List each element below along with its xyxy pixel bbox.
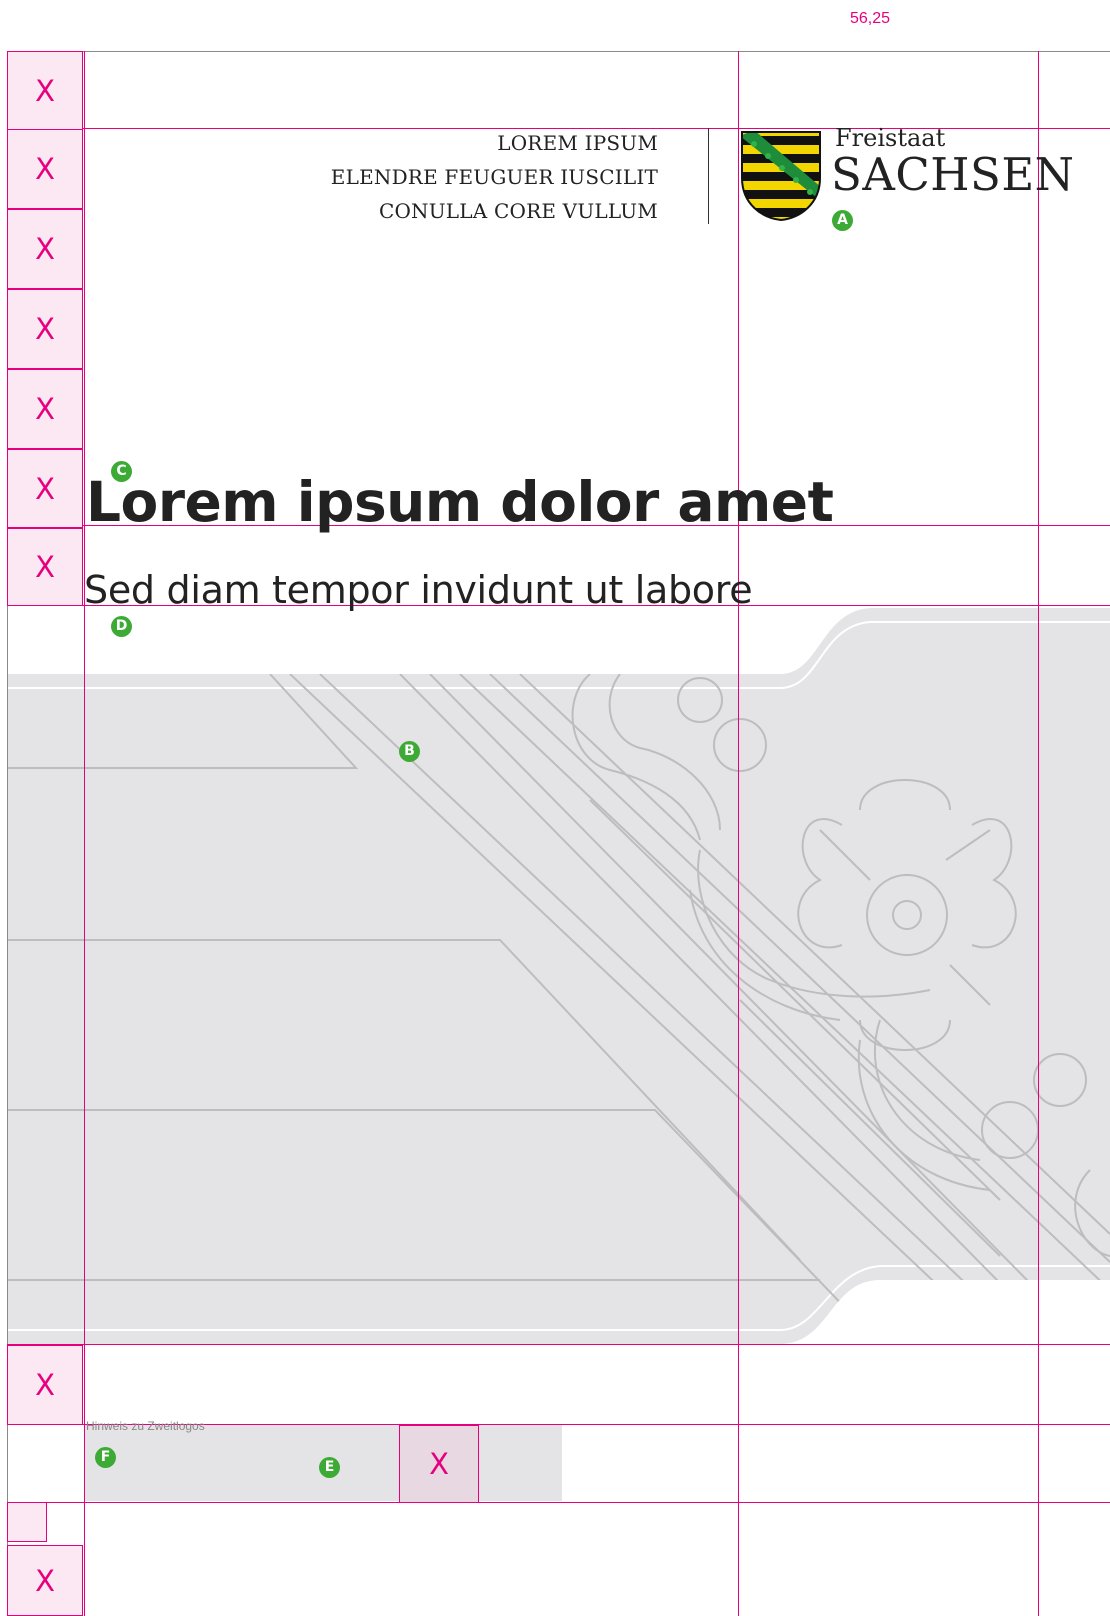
page-subtitle: Sed diam tempor invidunt ut labore — [84, 568, 753, 612]
address-line: CONULLA CORE VULLUM — [378, 199, 658, 223]
margin-unit-x: X — [7, 209, 83, 289]
margin-unit-x: X — [7, 449, 83, 528]
marker-e: E — [319, 1457, 340, 1478]
margin-half-unit — [7, 1502, 47, 1542]
page-frame — [7, 51, 1110, 1616]
margin-unit-x: X — [7, 289, 83, 369]
secondary-logo-hint: Hinweis zu Zweitlogos — [86, 1419, 205, 1433]
secondary-logo-placeholder: X — [399, 1425, 479, 1503]
margin-unit-x: X — [7, 528, 83, 606]
marker-c: C — [111, 461, 132, 482]
guide-vertical — [1038, 51, 1039, 1616]
guide-horizontal — [7, 1502, 1110, 1503]
marker-a: A — [832, 210, 853, 231]
page-title: Lorem ipsum dolor amet — [86, 470, 834, 534]
guide-vertical — [738, 51, 739, 1616]
margin-unit-x: X — [7, 51, 83, 130]
margin-unit-x: X — [7, 369, 83, 449]
guide-horizontal — [7, 1344, 1110, 1345]
address-separator — [708, 128, 709, 224]
sender-address: LOREM IPSUM ELENDRE FEUGUER IUSCILIT CON… — [331, 126, 658, 228]
marker-f: F — [95, 1447, 116, 1468]
address-line: LOREM IPSUM — [497, 131, 658, 155]
guide-vertical — [84, 51, 85, 1616]
address-line: ELENDRE FEUGUER IUSCILIT — [330, 165, 658, 189]
margin-unit-x: X — [7, 129, 83, 209]
marker-d: D — [111, 616, 132, 637]
logo-text-sachsen: SACHSEN — [831, 148, 1075, 201]
margin-unit-x: X — [7, 1345, 83, 1425]
marker-b: B — [399, 741, 420, 762]
coat-of-arms-icon — [741, 131, 821, 222]
margin-unit-x: X — [7, 1545, 83, 1616]
